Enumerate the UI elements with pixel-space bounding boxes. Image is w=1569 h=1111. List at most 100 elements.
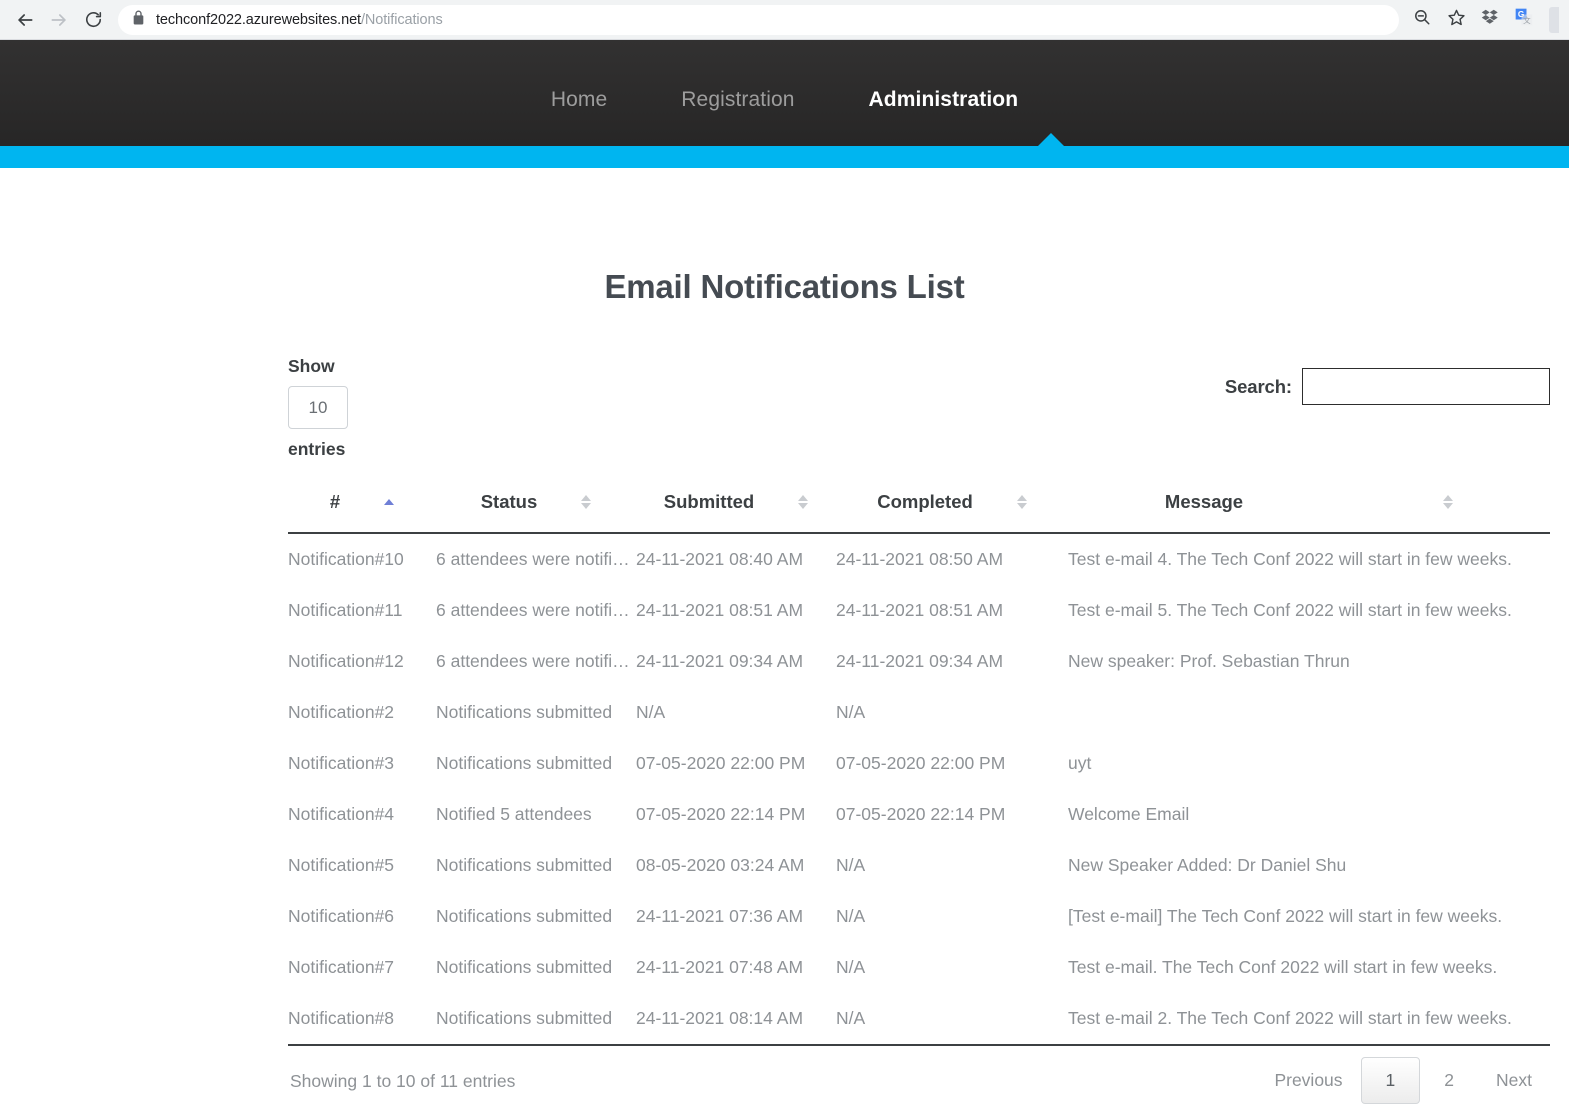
- cell-submitted: 24-11-2021 08:14 AM: [636, 993, 836, 1046]
- table-row[interactable]: Notification#8 Notifications submitted 2…: [288, 993, 1550, 1046]
- cell-id: Notification#5: [288, 855, 395, 875]
- search-input[interactable]: [1302, 368, 1550, 405]
- cell-message: New speaker: Prof. Sebastian Thrun: [1068, 651, 1350, 671]
- url-domain: techconf2022.azurewebsites.net: [156, 11, 361, 28]
- cell-status: Notifications submitted: [436, 855, 613, 875]
- datatable-container: Show 10 entries Search: # Status Submitt…: [288, 356, 1550, 1111]
- cell-submitted: 24-11-2021 07:36 AM: [636, 906, 804, 926]
- dropbox-extension-button[interactable]: [1475, 5, 1505, 35]
- table-row[interactable]: Notification#5 Notifications submitted 0…: [288, 840, 1550, 891]
- nav-links: Home Registration Administration: [0, 88, 1569, 112]
- column-header-submitted-label: Submitted: [663, 491, 755, 512]
- cell-submitted: 24-11-2021 08:40 AM: [636, 549, 804, 569]
- cell-submitted: 07-05-2020 22:00 PM: [636, 753, 806, 773]
- table-row[interactable]: Notification#3 Notifications submitted 0…: [288, 738, 1550, 789]
- column-header-status[interactable]: Status: [436, 491, 636, 534]
- column-header-completed[interactable]: Completed: [836, 491, 1068, 534]
- nav-item-home[interactable]: Home: [551, 88, 607, 112]
- reload-icon: [84, 10, 103, 29]
- cell-message: Test e-mail. The Tech Conf 2022 will sta…: [1068, 957, 1498, 977]
- cell-completed: N/A: [836, 993, 1068, 1046]
- google-translate-extension-icon: G 文: [1514, 7, 1534, 32]
- table-info-text: Showing 1 to 10 of 11 entries: [290, 1071, 516, 1091]
- table-row[interactable]: Notification#7 Notifications submitted 2…: [288, 942, 1550, 993]
- sort-toggle-icon[interactable]: [798, 495, 809, 509]
- column-header-status-label: Status: [480, 491, 538, 512]
- dropbox-extension-icon: [1481, 8, 1499, 31]
- cell-status: 6 attendees were notified.: [436, 651, 636, 671]
- cell-id: Notification#10: [288, 549, 404, 569]
- nav-item-administration[interactable]: Administration: [869, 88, 1019, 112]
- entries-per-page-select[interactable]: 10: [288, 386, 348, 429]
- page-content: Email Notifications List Show 10 entries…: [0, 168, 1569, 1104]
- column-header-id-label: #: [329, 491, 341, 512]
- table-row[interactable]: Notification#11 6 attendees were notifie…: [288, 585, 1550, 636]
- zoom-out-button[interactable]: [1407, 5, 1437, 35]
- sort-toggle-icon[interactable]: [1443, 495, 1454, 509]
- forward-button[interactable]: [42, 3, 76, 37]
- cell-completed: 07-05-2020 22:14 PM: [836, 804, 1006, 824]
- column-header-submitted[interactable]: Submitted: [636, 491, 836, 534]
- cell-message: Test e-mail 2. The Tech Conf 2022 will s…: [1068, 993, 1550, 1046]
- address-bar-text: techconf2022.azurewebsites.net/Notificat…: [156, 12, 443, 28]
- cell-message: Test e-mail 5. The Tech Conf 2022 will s…: [1068, 600, 1512, 620]
- profile-button[interactable]: [1549, 6, 1559, 33]
- table-row[interactable]: Notification#10 6 attendees were notifie…: [288, 533, 1550, 585]
- cell-submitted: 24-11-2021 08:51 AM: [636, 600, 804, 620]
- cell-completed: N/A: [836, 702, 866, 722]
- table-row[interactable]: Notification#12 6 attendees were notifie…: [288, 636, 1550, 687]
- address-bar[interactable]: techconf2022.azurewebsites.net/Notificat…: [118, 4, 1399, 35]
- pagination-previous[interactable]: Previous: [1256, 1060, 1360, 1101]
- cell-submitted: 07-05-2020 22:14 PM: [636, 804, 806, 824]
- pagination-next[interactable]: Next: [1478, 1060, 1550, 1101]
- cell-status: 6 attendees were notified.: [436, 549, 636, 569]
- active-nav-pointer-icon: [1037, 133, 1065, 147]
- cell-id: Notification#4: [288, 804, 395, 824]
- cell-id: Notification#2: [288, 702, 395, 722]
- cell-completed: 24-11-2021 09:34 AM: [836, 651, 1004, 671]
- sort-ascending-icon[interactable]: [384, 499, 395, 505]
- table-header: # Status Submitted Completed Message: [288, 491, 1550, 534]
- column-header-message[interactable]: Message: [1068, 491, 1550, 534]
- sort-toggle-icon[interactable]: [581, 495, 592, 509]
- column-header-message-label: Message: [1164, 491, 1244, 512]
- table-body: Notification#10 6 attendees were notifie…: [288, 533, 1550, 1046]
- cell-completed: N/A: [836, 855, 866, 875]
- cell-id: Notification#12: [288, 651, 404, 671]
- table-row[interactable]: Notification#2 Notifications submitted N…: [288, 687, 1550, 738]
- cell-completed: 07-05-2020 22:00 PM: [836, 753, 1006, 773]
- reload-button[interactable]: [76, 3, 110, 37]
- table-header-row: # Status Submitted Completed Message: [288, 491, 1550, 534]
- cell-status: Notifications submitted: [436, 702, 613, 722]
- notifications-table: # Status Submitted Completed Message Not…: [288, 491, 1550, 1046]
- table-row[interactable]: Notification#4 Notified 5 attendees 07-0…: [288, 789, 1550, 840]
- google-translate-extension-button[interactable]: G 文: [1509, 5, 1539, 35]
- cell-message: [1068, 687, 1550, 738]
- svg-text:文: 文: [1523, 15, 1531, 25]
- entries-label: entries: [288, 439, 346, 459]
- back-button[interactable]: [8, 3, 42, 37]
- pagination-page-2[interactable]: 2: [1420, 1058, 1478, 1103]
- cell-status: Notifications submitted: [436, 957, 613, 977]
- cell-message: Welcome Email: [1068, 804, 1190, 824]
- column-header-id[interactable]: #: [288, 491, 436, 534]
- cell-message: Test e-mail 4. The Tech Conf 2022 will s…: [1068, 549, 1512, 569]
- search-control: Search:: [1225, 368, 1550, 405]
- pagination-page-1[interactable]: 1: [1360, 1057, 1421, 1104]
- cell-status: 6 attendees were notified.: [436, 600, 636, 620]
- toolbar-actions: G 文: [1407, 5, 1561, 35]
- cell-submitted: 24-11-2021 09:34 AM: [636, 651, 804, 671]
- cell-status: Notifications submitted: [436, 993, 636, 1046]
- cell-completed: N/A: [836, 957, 866, 977]
- back-arrow-icon: [15, 10, 35, 30]
- sort-toggle-icon[interactable]: [1016, 495, 1027, 509]
- bookmark-button[interactable]: [1441, 5, 1471, 35]
- datatable-footer: Showing 1 to 10 of 11 entries Previous 1…: [288, 1057, 1550, 1111]
- cell-submitted: 08-05-2020 03:24 AM: [636, 855, 805, 875]
- pagination: Previous 1 2 Next: [1256, 1057, 1550, 1104]
- cell-status: Notified 5 attendees: [436, 804, 592, 824]
- cell-id: Notification#3: [288, 753, 395, 773]
- nav-item-registration[interactable]: Registration: [681, 88, 794, 112]
- show-label: Show: [288, 356, 335, 376]
- table-row[interactable]: Notification#6 Notifications submitted 2…: [288, 891, 1550, 942]
